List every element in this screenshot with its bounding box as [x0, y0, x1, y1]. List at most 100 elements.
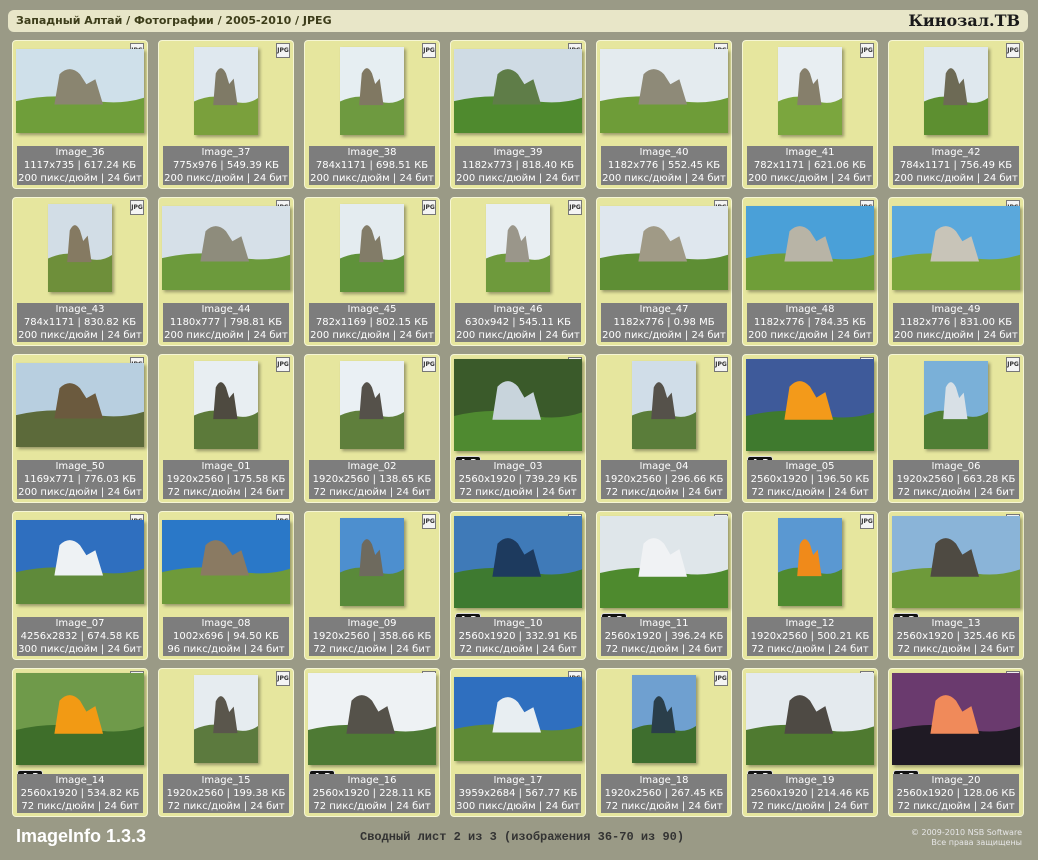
image-info: Image_40 1182x776 | 552.45 КБ 200 пикс/дюй…	[601, 146, 727, 185]
image-card[interactable]: JPGImage_471182x776 | 0.98 МБ200 пикс/дю…	[596, 197, 732, 346]
photo-thumbnail[interactable]	[600, 516, 728, 608]
photo-thumbnail[interactable]	[778, 518, 842, 606]
image-card[interactable]: JPG Image_37 775x976 | 549.39 КБ 200 пикс/д…	[158, 40, 294, 189]
image-meta: 200 пикс/дюйм | 24 бит	[602, 173, 726, 184]
image-card[interactable]: JPGImage_173959x2684 | 567.77 КБ300 пикс…	[450, 668, 586, 817]
image-card[interactable]: JPG4:3Image_112560x1920 | 396.24 КБ72 пи…	[596, 511, 732, 660]
image-meta: 200 пикс/дюйм | 24 бит	[748, 173, 872, 184]
photo-thumbnail[interactable]	[48, 204, 112, 292]
image-card[interactable]: JPG Image_18 1920x2560 | 267.45 КБ 72 пикс/…	[596, 668, 732, 817]
image-card[interactable]: JPGImage_074256x2832 | 674.58 КБ300 пикс…	[12, 511, 148, 660]
image-card[interactable]: JPG4:3Image_162560x1920 | 228.11 КБ72 пи…	[304, 668, 440, 817]
image-card[interactable]: JPG Image_04 1920x2560 | 296.66 КБ 72 пикс/…	[596, 354, 732, 503]
photo-thumbnail[interactable]	[892, 206, 1020, 290]
image-card[interactable]: JPGImage_391182x773 | 818.40 КБ200 пикс/…	[450, 40, 586, 189]
image-card[interactable]: JPG4:3Image_202560x1920 | 128.06 КБ72 пи…	[888, 668, 1024, 817]
photo-thumbnail[interactable]	[746, 359, 874, 451]
image-card[interactable]: JPGImage_491182x776 | 831.00 КБ200 пикс/…	[888, 197, 1024, 346]
image-card[interactable]: JPG Image_09 1920x2560 | 358.66 КБ 72 пикс/…	[304, 511, 440, 660]
photo-thumbnail[interactable]	[16, 363, 144, 447]
photo-thumbnail[interactable]	[486, 204, 550, 292]
photo-thumbnail[interactable]	[746, 673, 874, 765]
photo-thumbnail[interactable]	[340, 47, 404, 135]
photo-thumbnail[interactable]	[340, 518, 404, 606]
photo-thumbnail[interactable]	[454, 516, 582, 608]
image-name: Image_03	[493, 461, 543, 472]
photo-thumbnail[interactable]	[194, 47, 258, 135]
image-meta: 72 пикс/дюйм | 24 бит	[313, 487, 431, 498]
photo-thumbnail[interactable]	[16, 520, 144, 604]
image-card[interactable]: JPG Image_15 1920x2560 | 199.38 КБ 72 пикс/…	[158, 668, 294, 817]
image-card[interactable]: JPGImage_501169x771 | 776.03 КБ200 пикс/…	[12, 354, 148, 503]
image-card[interactable]: JPGImage_481182x776 | 784.35 КБ200 пикс/…	[742, 197, 878, 346]
image-card[interactable]: JPGImage_441180x777 | 798.81 КБ200 пикс/…	[158, 197, 294, 346]
image-card[interactable]: JPG4:3Image_192560x1920 | 214.46 КБ72 пи…	[742, 668, 878, 817]
image-meta: 72 пикс/дюйм | 24 бит	[751, 487, 869, 498]
image-card[interactable]: JPG4:3Image_132560x1920 | 325.46 КБ72 пи…	[888, 511, 1024, 660]
photo-thumbnail[interactable]	[194, 675, 258, 763]
image-card[interactable]: JPGImage_361117x735 | 617.24 КБ200 пикс/…	[12, 40, 148, 189]
contact-sheet-grid: JPG Image_36 1117x735 | 617.24 КБ 200 пикс/…	[12, 40, 1032, 820]
photo-thumbnail[interactable]	[340, 361, 404, 449]
image-dims: 2560x1920 | 739.29 КБ	[458, 474, 578, 485]
image-info: Image_48 1182x776 | 784.35 КБ 200 пикс/дюй…	[747, 303, 873, 342]
photo-thumbnail[interactable]	[632, 675, 696, 763]
photo-thumbnail[interactable]	[778, 47, 842, 135]
jpg-icon: JPG	[714, 357, 728, 372]
image-dims: 775x976 | 549.39 КБ	[173, 160, 279, 171]
photo-thumbnail[interactable]	[340, 204, 404, 292]
photo-thumbnail[interactable]	[632, 361, 696, 449]
photo-thumbnail[interactable]	[162, 520, 290, 604]
image-name: Image_47	[639, 304, 689, 315]
jpg-icon: JPG	[276, 43, 290, 58]
image-dims: 1920x2560 | 296.66 КБ	[604, 474, 724, 485]
brand-logo: Кинозал.ТВ	[908, 11, 1020, 30]
photo-thumbnail[interactable]	[162, 206, 290, 290]
photo-thumbnail[interactable]	[746, 206, 874, 290]
image-name: Image_09	[347, 618, 397, 629]
image-card[interactable]: JPG Image_43 784x1171 | 830.82 КБ 200 пикс/…	[12, 197, 148, 346]
photo-thumbnail[interactable]	[16, 673, 144, 765]
image-card[interactable]: JPG4:3Image_142560x1920 | 534.82 КБ72 пи…	[12, 668, 148, 817]
image-meta: 200 пикс/дюйм | 24 бит	[18, 487, 142, 498]
image-info: Image_02 1920x2560 | 138.65 КБ 72 пикс/дюй…	[309, 460, 435, 499]
image-card[interactable]: JPG4:3Image_102560x1920 | 332.91 КБ72 пи…	[450, 511, 586, 660]
image-card[interactable]: JPGImage_081002x696 | 94.50 КБ96 пикс/дю…	[158, 511, 294, 660]
image-meta: 72 пикс/дюйм | 24 бит	[459, 644, 577, 655]
image-name: Image_41	[785, 147, 835, 158]
image-card[interactable]: JPG Image_46 630x942 | 545.11 КБ 200 пикс/д…	[450, 197, 586, 346]
image-card[interactable]: JPG Image_41 782x1171 | 621.06 КБ 200 пикс/…	[742, 40, 878, 189]
image-card[interactable]: JPG Image_12 1920x2560 | 500.21 КБ 72 пикс/…	[742, 511, 878, 660]
photo-thumbnail[interactable]	[454, 49, 582, 133]
image-dims: 1920x2560 | 358.66 КБ	[312, 631, 432, 642]
image-info: Image_47 1182x776 | 0.98 МБ 200 пикс/дюйм …	[601, 303, 727, 342]
photo-thumbnail[interactable]	[600, 206, 728, 290]
jpg-icon: JPG	[1006, 43, 1020, 58]
image-card[interactable]: JPG Image_42 784x1171 | 756.49 КБ 200 пикс/…	[888, 40, 1024, 189]
image-name: Image_05	[785, 461, 835, 472]
photo-thumbnail[interactable]	[600, 49, 728, 133]
photo-thumbnail[interactable]	[924, 361, 988, 449]
image-card[interactable]: JPG Image_06 1920x2560 | 663.28 КБ 72 пикс/…	[888, 354, 1024, 503]
photo-thumbnail[interactable]	[16, 49, 144, 133]
image-meta: 72 пикс/дюйм | 24 бит	[605, 801, 723, 812]
image-meta: 72 пикс/дюйм | 24 бит	[313, 644, 431, 655]
photo-thumbnail[interactable]	[194, 361, 258, 449]
photo-thumbnail[interactable]	[892, 673, 1020, 765]
image-card[interactable]: JPG Image_02 1920x2560 | 138.65 КБ 72 пикс/…	[304, 354, 440, 503]
image-info: Image_14 2560x1920 | 534.82 КБ 72 пикс/дюй…	[17, 774, 143, 813]
photo-thumbnail[interactable]	[892, 516, 1020, 608]
jpg-icon: JPG	[422, 514, 436, 529]
image-card[interactable]: JPG Image_38 784x1171 | 698.51 КБ 200 пикс/…	[304, 40, 440, 189]
image-card[interactable]: JPG4:3Image_052560x1920 | 196.50 КБ72 пи…	[742, 354, 878, 503]
image-name: Image_37	[201, 147, 251, 158]
image-card[interactable]: JPGImage_401182x776 | 552.45 КБ200 пикс/…	[596, 40, 732, 189]
photo-thumbnail[interactable]	[454, 359, 582, 451]
photo-thumbnail[interactable]	[924, 47, 988, 135]
photo-thumbnail[interactable]	[308, 673, 436, 765]
image-card[interactable]: JPG Image_45 782x1169 | 802.15 КБ 200 пикс/…	[304, 197, 440, 346]
image-card[interactable]: JPG Image_01 1920x2560 | 175.58 КБ 72 пикс/…	[158, 354, 294, 503]
photo-thumbnail[interactable]	[454, 677, 582, 761]
image-name: Image_08	[201, 618, 251, 629]
image-card[interactable]: JPG4:3Image_032560x1920 | 739.29 КБ72 пи…	[450, 354, 586, 503]
